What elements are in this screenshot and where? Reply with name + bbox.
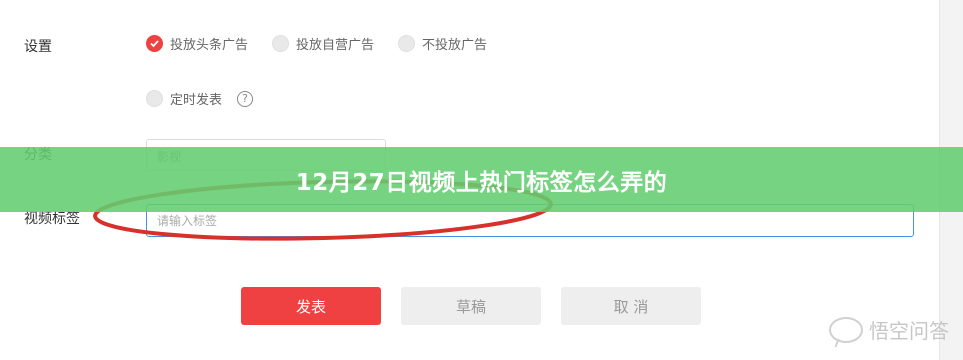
speech-bubble-icon bbox=[829, 316, 863, 343]
schedule-label: 定时发表 bbox=[170, 93, 223, 108]
draft-button[interactable]: 草稿 bbox=[401, 287, 541, 325]
radio-label: 投放头条广告 bbox=[170, 38, 249, 53]
banner-title: 12月27日视频上热门标签怎么弄的 bbox=[295, 169, 668, 196]
cancel-button[interactable]: 取 消 bbox=[561, 287, 701, 325]
help-icon[interactable]: ? bbox=[237, 90, 254, 107]
radio-toutiao-ads[interactable]: 投放头条广告 bbox=[146, 34, 248, 53]
title-banner: 12月27日视频上热门标签怎么弄的 bbox=[0, 147, 963, 212]
settings-label: 设置 bbox=[24, 39, 52, 55]
watermark-text: 悟空问答 bbox=[869, 319, 949, 343]
radio-label: 不投放广告 bbox=[422, 38, 488, 53]
radio-no-ads[interactable]: 不投放广告 bbox=[398, 34, 487, 53]
radio-checked-icon bbox=[146, 35, 163, 52]
radio-unchecked-icon bbox=[398, 35, 415, 52]
watermark: 悟空问答 bbox=[829, 315, 949, 344]
schedule-publish-checkbox[interactable]: 定时发表 ? bbox=[146, 89, 254, 108]
radio-label: 投放自营广告 bbox=[296, 38, 375, 53]
publish-button[interactable]: 发表 bbox=[241, 287, 381, 325]
radio-unchecked-icon bbox=[272, 35, 289, 52]
radio-self-ads[interactable]: 投放自营广告 bbox=[272, 34, 374, 53]
radio-unchecked-icon bbox=[146, 90, 163, 107]
